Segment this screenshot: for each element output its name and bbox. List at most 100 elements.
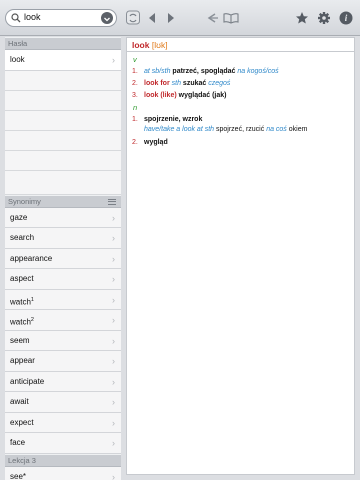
clear-icon[interactable] xyxy=(101,12,113,24)
synonym-item[interactable]: await › xyxy=(5,392,121,413)
lekcja-header-label: Lekcja 3 xyxy=(8,455,36,465)
gloss: na coś xyxy=(266,126,287,133)
sense-number: 2. xyxy=(132,139,138,146)
search-icon xyxy=(11,13,21,23)
gear-icon[interactable] xyxy=(317,9,331,27)
chevron-right-icon: › xyxy=(112,294,115,305)
list-item-label: gaze xyxy=(10,212,28,222)
list-item-label: aspect xyxy=(10,274,34,283)
sense-n1[interactable]: 1. spojrzenie, wzrok xyxy=(132,115,352,125)
homonym-number: 2 xyxy=(30,317,34,323)
synonym-item[interactable]: face › xyxy=(5,433,121,454)
synonym-item[interactable]: seem › xyxy=(5,330,121,351)
chevron-right-icon: › xyxy=(112,356,115,366)
gloss: czegoś xyxy=(208,80,231,87)
chevron-right-icon: › xyxy=(112,397,115,407)
chevron-right-icon: › xyxy=(112,253,115,264)
list-item-label: face xyxy=(10,438,26,447)
hasla-header: Hasła xyxy=(5,37,121,50)
phrase: look for xyxy=(144,80,170,87)
info-icon[interactable]: i xyxy=(338,9,354,27)
homonym-number: 1 xyxy=(30,296,34,303)
hasla-header-label: Hasła xyxy=(8,39,28,48)
empty-row xyxy=(5,70,121,91)
synonym-item[interactable]: anticipate › xyxy=(5,371,121,392)
pos-verb: v xyxy=(133,55,137,64)
chevron-right-icon: › xyxy=(112,212,115,223)
history-icon[interactable] xyxy=(205,9,219,27)
example-source: have/take a look at sth xyxy=(144,126,215,133)
chevron-right-icon: › xyxy=(112,417,115,428)
collocation: at sb/sth xyxy=(144,68,171,75)
headword: look xyxy=(132,40,150,50)
synonym-item[interactable]: watch2 › xyxy=(5,310,121,331)
synonym-item[interactable]: appear › xyxy=(5,351,121,372)
sense-number: 1. xyxy=(132,68,138,75)
back-icon[interactable] xyxy=(147,9,157,27)
sense-n2[interactable]: 2. wygląd xyxy=(132,138,352,148)
empty-row xyxy=(5,90,121,111)
translation: wygląd xyxy=(144,139,168,146)
synonym-item[interactable]: watch1 › xyxy=(5,289,121,310)
search-input[interactable]: look xyxy=(24,12,41,22)
phrase: look (like) xyxy=(144,92,177,99)
list-item-label: look xyxy=(10,55,25,64)
translation: wyglądać (jak) xyxy=(178,92,227,99)
list-item-label: seem xyxy=(10,335,30,345)
synonym-item[interactable]: search › xyxy=(5,228,121,249)
book-icon[interactable] xyxy=(223,9,239,27)
sense-v2[interactable]: 2. look for sth szukać czegoś xyxy=(132,79,352,89)
lekcja-item[interactable]: see* › xyxy=(5,466,121,480)
menu-icon[interactable] xyxy=(108,198,116,205)
translation: spojrzenie, wzrok xyxy=(144,116,203,123)
chevron-right-icon: › xyxy=(112,274,115,284)
synonym-item[interactable]: appearance › xyxy=(5,248,121,269)
list-item-label: expect xyxy=(10,417,34,427)
sense-number: 1. xyxy=(132,116,138,123)
list-item-label: see* xyxy=(10,471,27,480)
sense-number: 2. xyxy=(132,80,138,87)
list-item-label: anticipate xyxy=(10,376,45,386)
left-panel: Hasła look › Synonimy gaze › search › appe… xyxy=(5,37,121,480)
lekcja-header: Lekcja 3 xyxy=(5,453,121,467)
star-icon[interactable] xyxy=(295,9,309,27)
pronunciation: [lʊk] xyxy=(151,40,168,50)
synonimy-header: Synonimy xyxy=(5,194,121,208)
sync-icon[interactable] xyxy=(125,9,141,27)
chevron-right-icon: › xyxy=(112,438,115,448)
list-item-label: search xyxy=(10,233,35,242)
sense-v1[interactable]: 1. at sb/sth patrzeć, spoglądać na kogoś/… xyxy=(132,67,352,77)
list-item-label: watch xyxy=(10,297,31,307)
entry-panel: look [lʊk] v 1. at sb/sth patrzeć, spoglą… xyxy=(126,37,355,475)
chevron-right-icon: › xyxy=(112,335,115,346)
toolbar: look i xyxy=(0,0,360,36)
translation: szukać xyxy=(182,80,207,87)
forward-icon[interactable] xyxy=(166,9,176,27)
search-field[interactable]: look xyxy=(5,9,117,27)
entry-header: look [lʊk] xyxy=(127,38,354,52)
empty-row xyxy=(5,110,121,131)
chevron-right-icon: › xyxy=(112,376,115,387)
empty-row xyxy=(5,150,121,171)
chevron-right-icon: › xyxy=(112,471,115,480)
list-item-label: appear xyxy=(10,356,35,365)
collocation: sth xyxy=(171,80,181,87)
synonym-item[interactable]: aspect › xyxy=(5,269,121,290)
empty-row xyxy=(5,130,121,151)
sense-number: 3. xyxy=(132,92,138,99)
example-translation-end: okiem xyxy=(288,126,308,133)
chevron-right-icon: › xyxy=(112,233,115,243)
list-item-label: await xyxy=(10,397,29,406)
synonym-item[interactable]: expect › xyxy=(5,412,121,433)
example-translation: spojrzeć, rzucić xyxy=(216,126,265,133)
empty-row xyxy=(5,170,121,195)
hasla-item-look[interactable]: look › xyxy=(5,50,121,71)
example: have/take a look at sth spojrzeć, rzucić… xyxy=(132,125,352,135)
synonym-item[interactable]: gaze › xyxy=(5,207,121,228)
pos-noun: n xyxy=(133,103,138,112)
list-item-label: appearance xyxy=(10,253,53,263)
synonimy-header-label: Synonimy xyxy=(8,196,41,206)
translation: patrzeć, spoglądać xyxy=(172,68,236,75)
gloss: na kogoś/coś xyxy=(237,68,279,75)
sense-v3[interactable]: 3. look (like) wyglądać (jak) xyxy=(132,91,352,101)
